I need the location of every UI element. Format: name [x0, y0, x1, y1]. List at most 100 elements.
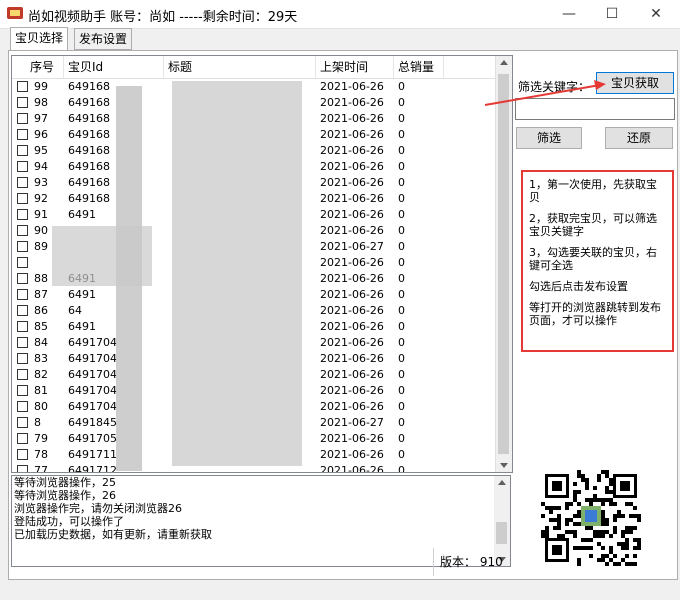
row-checkbox[interactable]	[17, 273, 28, 284]
scroll-down-icon[interactable]	[500, 463, 508, 468]
row-checkbox[interactable]	[17, 113, 28, 124]
qr-module	[593, 486, 597, 490]
row-checkbox[interactable]	[17, 401, 28, 412]
row-sales: 0	[398, 336, 405, 349]
filter-button[interactable]: 筛选	[516, 127, 582, 149]
row-checkbox[interactable]	[17, 97, 28, 108]
qr-code-icon	[541, 470, 641, 566]
fetch-products-button[interactable]: 宝贝获取	[596, 72, 674, 94]
column-header-title[interactable]: 标题	[164, 56, 316, 78]
tab-product-select[interactable]: 宝贝选择	[10, 27, 69, 51]
row-checkbox[interactable]	[17, 385, 28, 396]
qr-module	[637, 518, 641, 522]
minimize-button[interactable]: —	[547, 0, 591, 28]
row-no: 77	[34, 464, 48, 473]
row-date: 2021-06-26	[320, 176, 384, 189]
qr-module	[633, 562, 637, 566]
help-step-2: 2，获取完宝贝，可以筛选宝贝关键字	[529, 212, 657, 238]
qr-module	[625, 546, 629, 550]
row-no: 85	[34, 320, 48, 333]
row-date: 2021-06-26	[320, 336, 384, 349]
qr-module	[617, 562, 621, 566]
help-step-3: 3，勾选要关联的宝贝，右键可全选	[529, 246, 657, 272]
row-date: 2021-06-26	[320, 128, 384, 141]
row-sales: 0	[398, 192, 405, 205]
qr-module	[577, 490, 581, 494]
row-checkbox[interactable]	[17, 193, 28, 204]
scroll-up-icon[interactable]	[500, 60, 508, 65]
row-checkbox[interactable]	[17, 145, 28, 156]
row-sales: 0	[398, 144, 405, 157]
qr-module	[613, 502, 617, 506]
tab-publish-settings[interactable]: 发布设置	[74, 28, 133, 50]
row-no: 95	[34, 144, 48, 157]
version-label: 版本： 910	[433, 548, 526, 576]
reset-button[interactable]: 还原	[605, 127, 673, 149]
product-table[interactable]: 序号 宝贝Id 标题 上架时间 总销量 99 649168 2021-06-26 0 9…	[11, 55, 513, 473]
row-checkbox[interactable]	[17, 417, 28, 428]
row-sales: 0	[398, 80, 405, 93]
row-sales: 0	[398, 128, 405, 141]
qr-module	[589, 554, 593, 558]
column-header-id[interactable]: 宝贝Id	[64, 56, 164, 78]
column-header-date[interactable]: 上架时间	[316, 56, 394, 78]
row-checkbox[interactable]	[17, 241, 28, 252]
row-no: 93	[34, 176, 48, 189]
row-date: 2021-06-26	[320, 464, 384, 473]
row-checkbox[interactable]	[17, 209, 28, 220]
help-box: 1，第一次使用，先获取宝贝 2，获取完宝贝，可以筛选宝贝关键字 3，勾选要关联的…	[521, 170, 674, 352]
qr-module	[589, 538, 593, 542]
filter-keyword-input[interactable]	[515, 98, 675, 120]
row-date: 2021-06-26	[320, 144, 384, 157]
maximize-button[interactable]: ☐	[590, 0, 634, 28]
row-date: 2021-06-26	[320, 112, 384, 125]
row-date: 2021-06-26	[320, 448, 384, 461]
row-checkbox[interactable]	[17, 257, 28, 268]
row-no: 82	[34, 368, 48, 381]
qr-module	[557, 526, 561, 530]
row-no: 84	[34, 336, 48, 349]
row-date: 2021-06-26	[320, 304, 384, 317]
row-checkbox[interactable]	[17, 353, 28, 364]
row-checkbox[interactable]	[17, 289, 28, 300]
row-checkbox[interactable]	[17, 321, 28, 332]
qr-module	[545, 534, 549, 538]
row-checkbox[interactable]	[17, 369, 28, 380]
row-sales: 0	[398, 240, 405, 253]
row-checkbox[interactable]	[17, 337, 28, 348]
qr-module	[601, 534, 605, 538]
row-date: 2021-06-26	[320, 80, 384, 93]
qr-module	[629, 530, 633, 534]
log-line: 已加载历史数据，如有更新，请重新获取	[14, 528, 212, 541]
row-checkbox[interactable]	[17, 433, 28, 444]
close-button[interactable]: ✕	[634, 0, 678, 28]
row-no: 92	[34, 192, 48, 205]
row-no: 79	[34, 432, 48, 445]
column-header-sales[interactable]: 总销量	[394, 56, 444, 78]
row-sales: 0	[398, 112, 405, 125]
row-checkbox[interactable]	[17, 305, 28, 316]
column-header-no[interactable]: 序号	[12, 56, 64, 78]
row-checkbox[interactable]	[17, 225, 28, 236]
row-checkbox[interactable]	[17, 449, 28, 460]
scroll-up-icon[interactable]	[498, 480, 506, 485]
row-checkbox[interactable]	[17, 81, 28, 92]
row-checkbox[interactable]	[17, 177, 28, 188]
row-sales: 0	[398, 320, 405, 333]
qr-module	[561, 534, 565, 538]
row-no: 94	[34, 160, 48, 173]
qr-module	[621, 514, 625, 518]
qr-module	[601, 502, 605, 506]
row-checkbox[interactable]	[17, 161, 28, 172]
row-checkbox[interactable]	[17, 129, 28, 140]
log-line: 等待浏览器操作，26	[14, 489, 116, 502]
row-no: 96	[34, 128, 48, 141]
qr-module	[605, 522, 609, 526]
scroll-thumb[interactable]	[496, 522, 507, 544]
table-scrollbar[interactable]	[495, 56, 512, 472]
version-prefix: 版本：	[440, 555, 477, 569]
log-line: 登陆成功，可以操作了	[14, 515, 124, 528]
help-step-5: 等打开的浏览器跳转到发布页面，才可以操作	[529, 301, 661, 327]
row-checkbox[interactable]	[17, 465, 28, 472]
scroll-thumb[interactable]	[498, 74, 509, 454]
